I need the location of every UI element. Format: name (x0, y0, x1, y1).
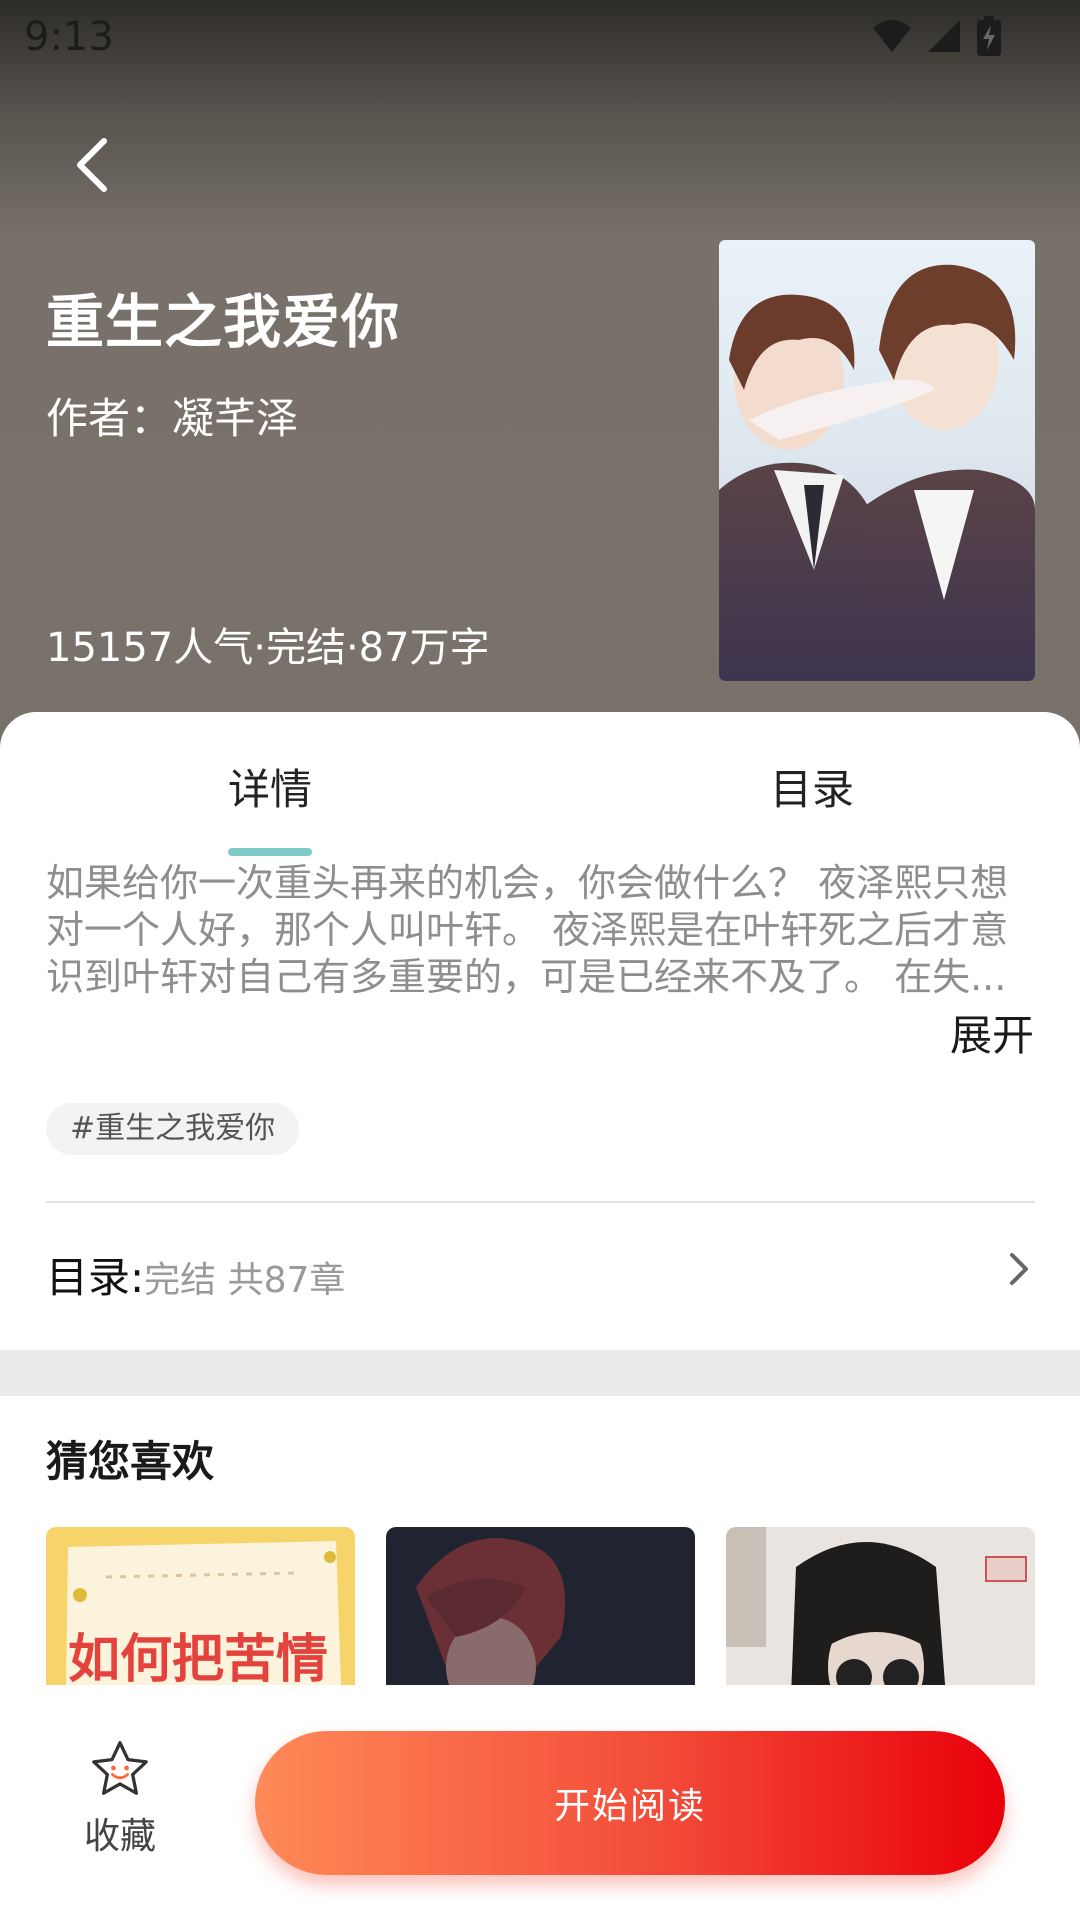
recommend-title: 猜您喜欢 (46, 1437, 215, 1486)
bottom-action-bar: 收藏 开始阅读 (0, 1685, 1080, 1920)
back-icon (77, 138, 107, 192)
wifi-icon (873, 20, 911, 52)
status-bar: 9:13 (0, 0, 1080, 72)
tag-chip[interactable]: #重生之我爱你 (46, 1103, 300, 1155)
recommend-book-3[interactable] (726, 1527, 1035, 1697)
toc-label: 目录:完结 共87章 (46, 1244, 345, 1305)
expand-button[interactable]: 展开 (950, 1002, 1034, 1063)
recommend-book-1[interactable]: 如何把苦情 (46, 1527, 355, 1697)
book-author: 作者：凝芊泽 (46, 394, 299, 443)
book-stats: 15157人气·完结·87万字 (46, 625, 490, 671)
recommend-book-1-cover-text: 如何把苦情 (68, 1630, 328, 1690)
book-header: 9:13 重生之我爱你 作者：凝芊泽 15157人气·完结·87万字 (0, 0, 1080, 760)
synopsis-text: 如果给你一次重头再来的机会，你会做什么？ 夜泽熙只想对一个人好，那个人叫叶轩。 … (46, 861, 1009, 999)
toc-row[interactable]: 目录:完结 共87章 (0, 1204, 1080, 1334)
tab-indicator (228, 848, 312, 856)
section-separator (0, 1350, 1080, 1396)
book-cover-image (719, 240, 1035, 681)
divider (46, 1201, 1035, 1203)
start-reading-label: 开始阅读 (553, 1786, 706, 1827)
status-time: 9:13 (24, 14, 114, 60)
tab-toc[interactable]: 目录 (770, 756, 854, 817)
tab-detail[interactable]: 详情 (228, 756, 312, 817)
start-reading-button[interactable]: 开始阅读 (255, 1731, 1005, 1875)
toc-info: 完结 共87章 (144, 1260, 346, 1301)
book-title: 重生之我爱你 (46, 288, 401, 356)
signal-icon (928, 20, 960, 52)
chevron-right-icon (1010, 1253, 1028, 1285)
tab-bar: 详情 目录 (0, 712, 1080, 857)
status-icons (872, 16, 1002, 56)
favorite-label: 收藏 (83, 1816, 156, 1857)
back-button[interactable] (62, 130, 122, 200)
favorite-button[interactable]: 收藏 (70, 1739, 170, 1859)
recommend-book-2[interactable] (386, 1527, 695, 1697)
recommend-list: 如何把苦情 (46, 1527, 1036, 1697)
star-icon (92, 1741, 148, 1795)
toc-label-text: 目录: (46, 1253, 145, 1302)
battery-icon (977, 16, 1001, 56)
